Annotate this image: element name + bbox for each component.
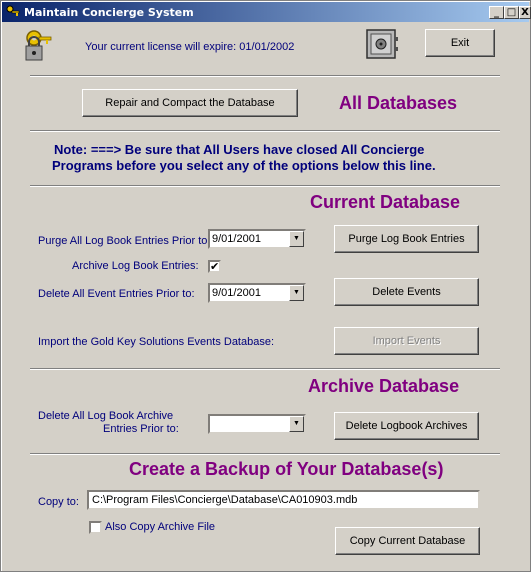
current-database-heading: Current Database (310, 192, 461, 212)
copy-to-label: Copy to: (38, 496, 79, 508)
safe-icon (366, 29, 398, 59)
purge-entries-label: Purge All Log Book Entries Prior to: (38, 235, 211, 247)
backup-heading: Create a Backup of Your Database(s) (129, 459, 444, 479)
divider (30, 75, 500, 77)
delete-events-label: Delete All Event Entries Prior to: (38, 288, 195, 300)
archive-entries-checkbox[interactable]: ✔ (208, 260, 221, 273)
maximize-button[interactable]: □ (504, 6, 519, 19)
note-line-1: Note: ===> Be sure that All Users have c… (54, 142, 425, 157)
title-bar[interactable]: Maintain Concierge System _ □ X (2, 2, 531, 22)
delete-events-date-combo[interactable]: 9/01/2001 ▼ (208, 283, 306, 303)
also-copy-archive-checkbox[interactable] (89, 521, 102, 534)
chevron-down-icon[interactable]: ▼ (289, 231, 304, 247)
purge-date-value: 9/01/2001 (212, 233, 261, 245)
archive-database-heading: Archive Database (308, 376, 460, 396)
divider (30, 130, 500, 132)
archive-entries-label: Archive Log Book Entries: (72, 260, 199, 272)
keys-lock-icon (25, 30, 52, 61)
copy-to-path-input[interactable]: C:\Program Files\Concierge\Database\CA01… (87, 490, 480, 510)
app-key-icon (6, 5, 20, 16)
repair-compact-button[interactable]: Repair and Compact the Database (82, 89, 298, 117)
minimize-button[interactable]: _ (489, 6, 504, 19)
delete-archive-label-1: Delete All Log Book Archive (38, 410, 174, 422)
import-events-label: Import the Gold Key Solutions Events Dat… (38, 336, 275, 348)
close-button[interactable]: X (519, 6, 531, 19)
window-title: Maintain Concierge System (24, 6, 194, 19)
divider (30, 453, 500, 455)
import-events-button[interactable]: Import Events (334, 327, 479, 355)
archive-date-combo[interactable]: ▼ (208, 414, 306, 434)
license-expiry-text: Your current license will expire: 01/01/… (85, 41, 295, 53)
also-copy-archive-label: Also Copy Archive File (105, 521, 216, 533)
chevron-down-icon[interactable]: ▼ (289, 416, 304, 432)
divider (30, 185, 500, 187)
exit-button[interactable]: Exit (425, 29, 495, 57)
purge-log-book-button[interactable]: Purge Log Book Entries (334, 225, 479, 253)
note-line-2: Programs before you select any of the op… (52, 158, 436, 173)
all-databases-heading: All Databases (339, 93, 458, 113)
delete-events-button[interactable]: Delete Events (334, 278, 479, 306)
chevron-down-icon[interactable]: ▼ (289, 285, 304, 301)
delete-archive-label-2: Entries Prior to: (103, 423, 179, 435)
delete-events-date-value: 9/01/2001 (212, 287, 261, 299)
purge-date-combo[interactable]: 9/01/2001 ▼ (208, 229, 306, 249)
divider (30, 368, 500, 370)
copy-current-database-button[interactable]: Copy Current Database (335, 527, 480, 555)
delete-logbook-archives-button[interactable]: Delete Logbook Archives (334, 412, 479, 440)
